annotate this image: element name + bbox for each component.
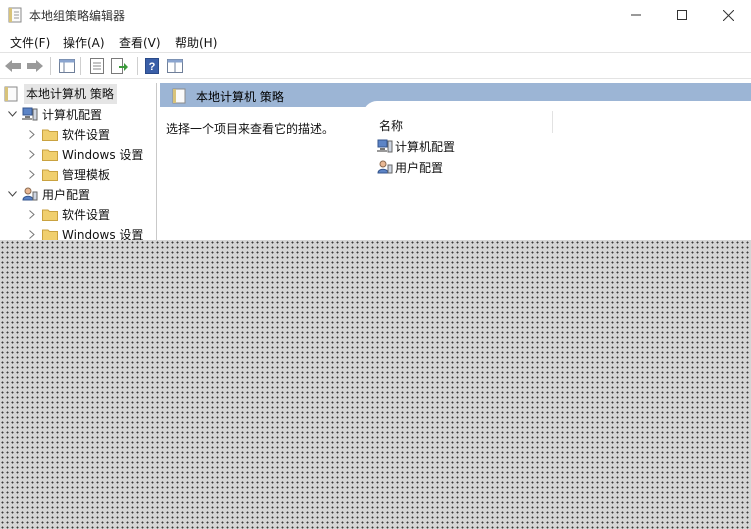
chevron-right-icon[interactable] xyxy=(26,228,38,240)
policy-app-icon xyxy=(8,7,22,23)
description-text: 选择一个项目来查看它的描述。 xyxy=(166,122,335,136)
policy-document-icon xyxy=(172,88,186,107)
tree-root-label: 本地计算机 策略 xyxy=(24,84,117,104)
forward-button[interactable] xyxy=(25,56,45,76)
list-item-user-config[interactable]: 用户配置 xyxy=(377,158,443,176)
computer-icon xyxy=(22,107,38,121)
toolbar-separator xyxy=(80,57,81,75)
help-button[interactable]: ? xyxy=(142,56,162,76)
minimize-button[interactable] xyxy=(613,0,659,30)
tree-item-label: Windows 设置 xyxy=(62,227,144,241)
column-header-name[interactable]: 名称 xyxy=(379,117,403,134)
detail-header-title: 本地计算机 策略 xyxy=(196,90,284,104)
menu-help[interactable]: 帮助(H) xyxy=(175,34,217,51)
detail-list-panel: 名称 计算机配置 用户配置 xyxy=(363,101,751,240)
close-icon xyxy=(722,9,734,21)
help-icon: ? xyxy=(145,58,159,74)
menu-view[interactable]: 查看(V) xyxy=(119,34,161,51)
tree-item-computer-windows-settings[interactable]: Windows 设置 xyxy=(26,144,143,164)
tree-item-label: 用户配置 xyxy=(42,187,91,202)
window-title: 本地组策略编辑器 xyxy=(29,9,126,23)
back-arrow-icon xyxy=(5,60,21,72)
chevron-down-icon[interactable] xyxy=(6,108,18,120)
tree-root[interactable]: 本地计算机 策略 xyxy=(4,84,117,104)
tree-pane: 本地计算机 策略 计算机配置 软件设置 Windows 设置 管理模板 用户配置… xyxy=(0,83,157,240)
detail-pane: 本地计算机 策略 选择一个项目来查看它的描述。 名称 计算机配置 用户配置 xyxy=(160,83,751,240)
menu-bar: 文件(F) 操作(A) 查看(V) 帮助(H) xyxy=(0,30,751,52)
toolbar: ? xyxy=(0,52,751,79)
gpedit-window: 本地组策略编辑器 文件(F) 操作(A) 查看(V) 帮助(H) ? 本地计算机… xyxy=(0,0,751,240)
properties-button[interactable] xyxy=(87,56,107,76)
show-tree-button[interactable] xyxy=(57,56,77,76)
user-icon xyxy=(377,160,393,174)
policy-document-icon xyxy=(4,86,20,102)
chevron-right-icon[interactable] xyxy=(26,148,38,160)
user-icon xyxy=(22,187,38,201)
tree-item-label: 计算机配置 xyxy=(42,107,103,122)
back-button[interactable] xyxy=(3,56,23,76)
tree-item-computer-admin-templates[interactable]: 管理模板 xyxy=(26,164,110,184)
export-icon xyxy=(111,58,128,74)
menu-file[interactable]: 文件(F) xyxy=(10,34,50,51)
properties-icon xyxy=(90,58,104,74)
menu-action[interactable]: 操作(A) xyxy=(63,34,105,51)
chevron-right-icon[interactable] xyxy=(26,208,38,220)
folder-icon xyxy=(42,127,58,141)
minimize-icon xyxy=(631,14,641,16)
list-item-label: 计算机配置 xyxy=(395,139,456,154)
export-button[interactable] xyxy=(110,56,130,76)
show-tree-icon xyxy=(59,59,75,73)
tree-item-label: Windows 设置 xyxy=(62,147,144,162)
chevron-right-icon[interactable] xyxy=(26,168,38,180)
title-bar: 本地组策略编辑器 xyxy=(0,0,751,30)
folder-icon xyxy=(42,227,58,240)
toolbar-separator xyxy=(137,57,138,75)
computer-icon xyxy=(377,139,393,153)
maximize-button[interactable] xyxy=(659,0,705,30)
tree-item-label: 软件设置 xyxy=(62,127,111,142)
chevron-right-icon[interactable] xyxy=(26,128,38,140)
tree-item-computer-config[interactable]: 计算机配置 xyxy=(6,104,102,124)
maximize-icon xyxy=(677,10,687,20)
folder-icon xyxy=(42,167,58,181)
list-item-computer-config[interactable]: 计算机配置 xyxy=(377,137,455,155)
close-button[interactable] xyxy=(705,0,751,30)
svg-text:?: ? xyxy=(149,61,156,73)
chevron-down-icon[interactable] xyxy=(6,188,18,200)
tree-item-user-software[interactable]: 软件设置 xyxy=(26,204,110,224)
folder-icon xyxy=(42,147,58,161)
tree-item-user-windows-settings[interactable]: Windows 设置 xyxy=(26,224,143,240)
view-button[interactable] xyxy=(165,56,185,76)
tree-item-computer-software[interactable]: 软件设置 xyxy=(26,124,110,144)
toolbar-separator xyxy=(50,57,51,75)
forward-arrow-icon xyxy=(27,60,43,72)
view-icon xyxy=(167,59,183,73)
tree-item-label: 管理模板 xyxy=(62,167,111,182)
folder-icon xyxy=(42,207,58,221)
list-item-label: 用户配置 xyxy=(395,160,444,175)
tree-item-user-config[interactable]: 用户配置 xyxy=(6,184,90,204)
column-divider[interactable] xyxy=(552,111,553,133)
tree-item-label: 软件设置 xyxy=(62,207,111,222)
